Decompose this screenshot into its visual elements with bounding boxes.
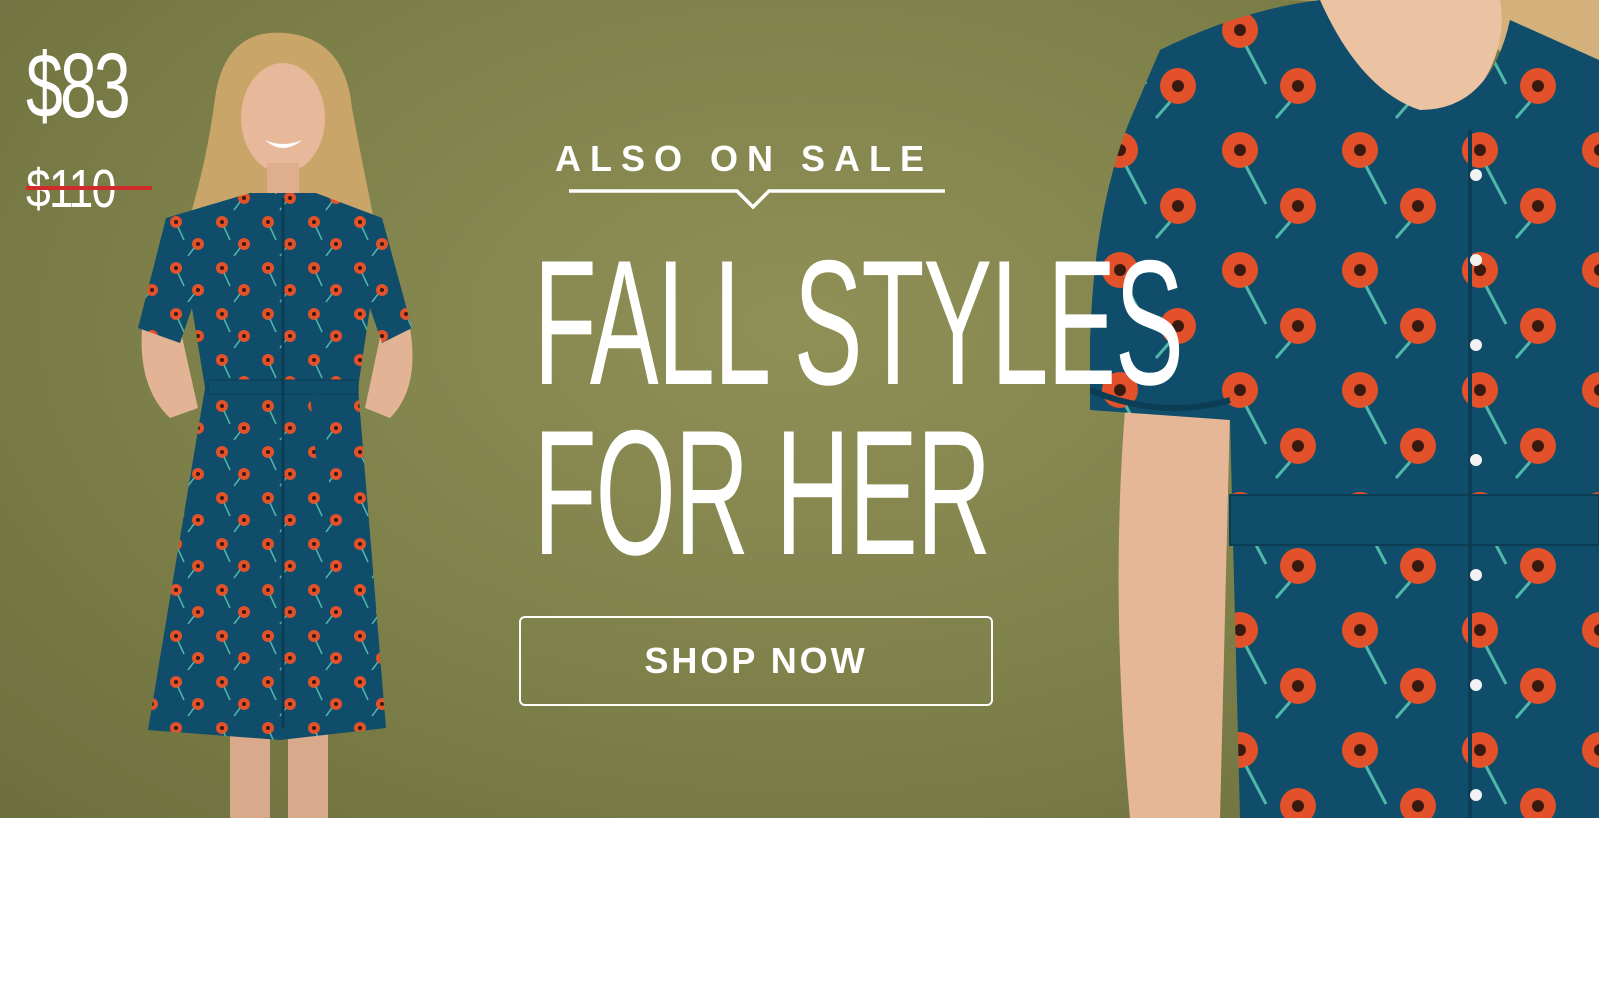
promo-banner[interactable]: $83 $110 ALSO ON SALE FALL STYLES FOR HE… [0,0,1599,818]
strikethrough-line [26,186,152,190]
eyebrow-text: ALSO ON SALE [555,138,934,179]
headline-line-2: FOR HER [533,393,992,592]
shop-now-button[interactable]: SHOP NOW [519,616,993,706]
headline-line-1: FALL STYLES [533,223,1184,422]
chevron-divider [569,189,945,210]
sale-price: $83 [26,35,131,137]
blank-area [0,818,1599,982]
headline: FALL STYLES FOR HER [374,223,1184,592]
